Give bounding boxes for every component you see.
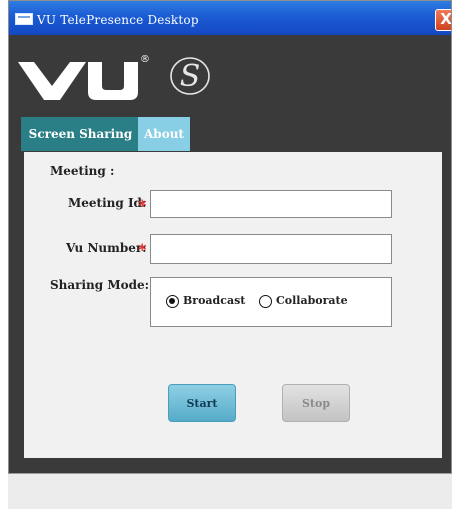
window-title: VU TelePresence Desktop [37,13,199,27]
meeting-id-input[interactable] [150,190,392,218]
collaborate-label: Collaborate [276,294,348,307]
vu-number-input[interactable] [150,234,392,264]
registered-mark: ® [140,54,150,65]
sharing-mode-label: Sharing Mode: [50,278,150,292]
vu-number-required-mark: * [138,240,147,259]
broadcast-radio[interactable] [166,295,179,308]
broadcast-option[interactable]: Broadcast [166,293,246,311]
vu-number-label: Vu Number: [66,241,147,255]
s-badge-letter: S [180,59,201,94]
meeting-id-required-mark: * [138,196,147,215]
status-bar [8,473,452,509]
broadcast-label: Broadcast [183,294,246,307]
stop-button[interactable]: Stop [282,384,350,422]
s-badge-icon: S [170,57,210,95]
start-button[interactable]: Start [168,384,236,422]
vu-logo: ® S [16,54,236,106]
tab-about[interactable]: About [138,117,190,151]
vu-logo-mark [18,62,138,100]
tab-screen-sharing[interactable]: Screen Sharing [21,117,140,151]
title-bar[interactable]: VU TelePresence Desktop X [9,1,451,35]
meeting-section-title: Meeting : [50,164,115,178]
close-button[interactable]: X [435,9,451,31]
collaborate-radio[interactable] [259,295,272,308]
collaborate-option[interactable]: Collaborate [259,293,349,311]
meeting-id-label: Meeting Id: [68,196,147,210]
sharing-mode-group: Broadcast Collaborate [150,277,392,327]
window-icon [15,13,33,25]
